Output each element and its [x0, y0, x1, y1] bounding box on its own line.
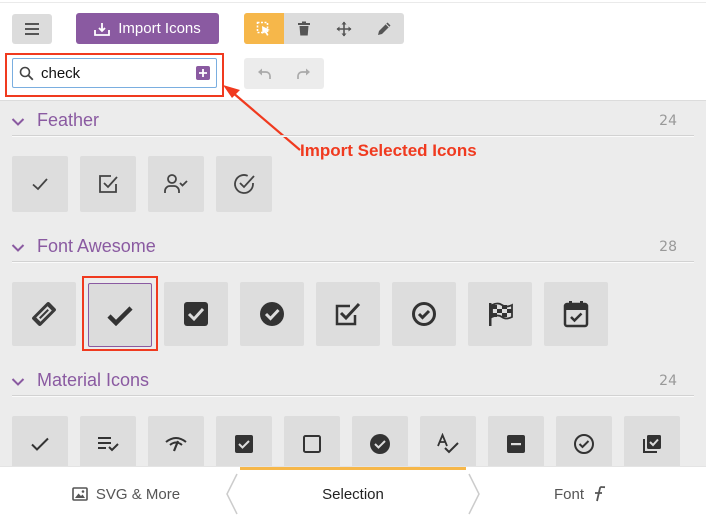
check-circle-icon — [234, 174, 255, 194]
import-icons-label: Import Icons — [118, 20, 201, 37]
tab-svg-and-more[interactable]: SVG & More — [12, 467, 240, 520]
user-check-icon — [164, 174, 188, 193]
image-icon — [72, 487, 88, 501]
section-header-font-awesome[interactable]: Font Awesome 28 — [0, 236, 706, 264]
scrolled-divider — [0, 2, 706, 3]
section-count: 28 — [659, 239, 677, 255]
icon-tile-flag-checkered[interactable] — [468, 282, 532, 346]
money-check-icon — [32, 302, 56, 326]
select-icon — [256, 21, 270, 36]
icon-tile-check-circle-outline[interactable] — [556, 416, 612, 472]
check-square-icon — [99, 175, 118, 193]
import-tray-icon — [94, 22, 111, 36]
check-square-outline-icon — [335, 302, 361, 326]
chevron-down-icon — [11, 244, 25, 252]
edit-tool-button[interactable] — [364, 13, 404, 44]
icon-tile-library-add-check[interactable] — [624, 416, 680, 472]
playlist-check-icon — [98, 437, 119, 452]
trash-icon — [298, 21, 310, 36]
tab-label: Selection — [322, 485, 384, 503]
tab-selection[interactable]: Selection — [240, 467, 466, 520]
pencil-icon — [377, 22, 390, 35]
edit-tool-group — [244, 13, 404, 44]
section-title: Material Icons — [37, 370, 150, 390]
check-circle-outline-icon — [412, 302, 436, 326]
section-header-feather[interactable]: Feather 24 — [0, 110, 706, 138]
tab-font[interactable]: Font — [466, 467, 694, 520]
move-tool-button[interactable] — [324, 13, 364, 44]
section-header-material-icons[interactable]: Material Icons 24 — [0, 370, 706, 398]
icon-tile-check-box[interactable] — [216, 416, 272, 472]
network-check-icon — [165, 437, 187, 452]
icon-tile-check-square-outline[interactable] — [316, 282, 380, 346]
undo-icon — [258, 68, 271, 79]
icon-tile-check[interactable] — [12, 156, 68, 212]
calendar-check-icon — [563, 301, 589, 328]
spellcheck-icon — [437, 433, 459, 454]
icon-tile-check-circle-solid[interactable] — [240, 282, 304, 346]
icon-tile-indeterminate-check-box[interactable] — [488, 416, 544, 472]
check-icon — [31, 437, 49, 451]
icon-tile-check-circle[interactable] — [216, 156, 272, 212]
section-title: Feather — [37, 110, 100, 130]
import-icons-button[interactable]: Import Icons — [76, 13, 219, 44]
section-count: 24 — [659, 373, 677, 389]
check-box-outline-blank-icon — [303, 435, 321, 453]
icon-tile-check-square-solid[interactable] — [164, 282, 228, 346]
icon-tile-calendar-check[interactable] — [544, 282, 608, 346]
menu-button[interactable] — [12, 14, 52, 44]
chevron-down-icon — [11, 378, 25, 386]
icon-tile-money-check[interactable] — [12, 282, 76, 346]
icon-tile-mat-check-circle[interactable] — [352, 416, 408, 472]
check-box-icon — [235, 435, 253, 453]
chevron-down-icon — [11, 118, 25, 126]
tab-left-chevron-icon — [226, 473, 238, 515]
move-icon — [336, 21, 352, 36]
redo-icon — [297, 68, 310, 79]
icon-tile-check-circle-outline[interactable] — [392, 282, 456, 346]
check-circle-icon — [260, 302, 284, 326]
icon-tile-spellcheck[interactable] — [420, 416, 476, 472]
select-tool-button[interactable] — [244, 13, 284, 44]
library-add-check-icon — [643, 435, 661, 453]
font-f-icon — [595, 486, 606, 502]
flag-checkered-icon — [489, 302, 513, 326]
delete-tool-button[interactable] — [284, 13, 324, 44]
icon-tile-playlist-check[interactable] — [80, 416, 136, 472]
indeterminate-check-box-icon — [507, 435, 525, 453]
check-icon — [32, 178, 48, 191]
icon-tile-network-check[interactable] — [148, 416, 204, 472]
icon-tile-user-check[interactable] — [148, 156, 204, 212]
bottom-tab-bar: SVG & More Selection Font — [0, 466, 706, 520]
search-highlight-box — [5, 53, 224, 97]
section-count: 24 — [659, 113, 677, 129]
icon-tile-mat-check[interactable] — [12, 416, 68, 472]
check-circle-outline-icon — [574, 434, 594, 454]
hamburger-icon — [25, 22, 39, 37]
check-square-icon — [184, 302, 208, 326]
section-title: Font Awesome — [37, 236, 156, 256]
annotation-label: Import Selected Icons — [300, 141, 477, 160]
icon-tile-check-square[interactable] — [80, 156, 136, 212]
check-circle-icon — [370, 434, 390, 454]
selected-icon-highlight-box — [82, 276, 158, 351]
tab-label: Font — [553, 485, 584, 503]
icon-tile-check-box-blank[interactable] — [284, 416, 340, 472]
tab-label: SVG & More — [95, 485, 181, 503]
